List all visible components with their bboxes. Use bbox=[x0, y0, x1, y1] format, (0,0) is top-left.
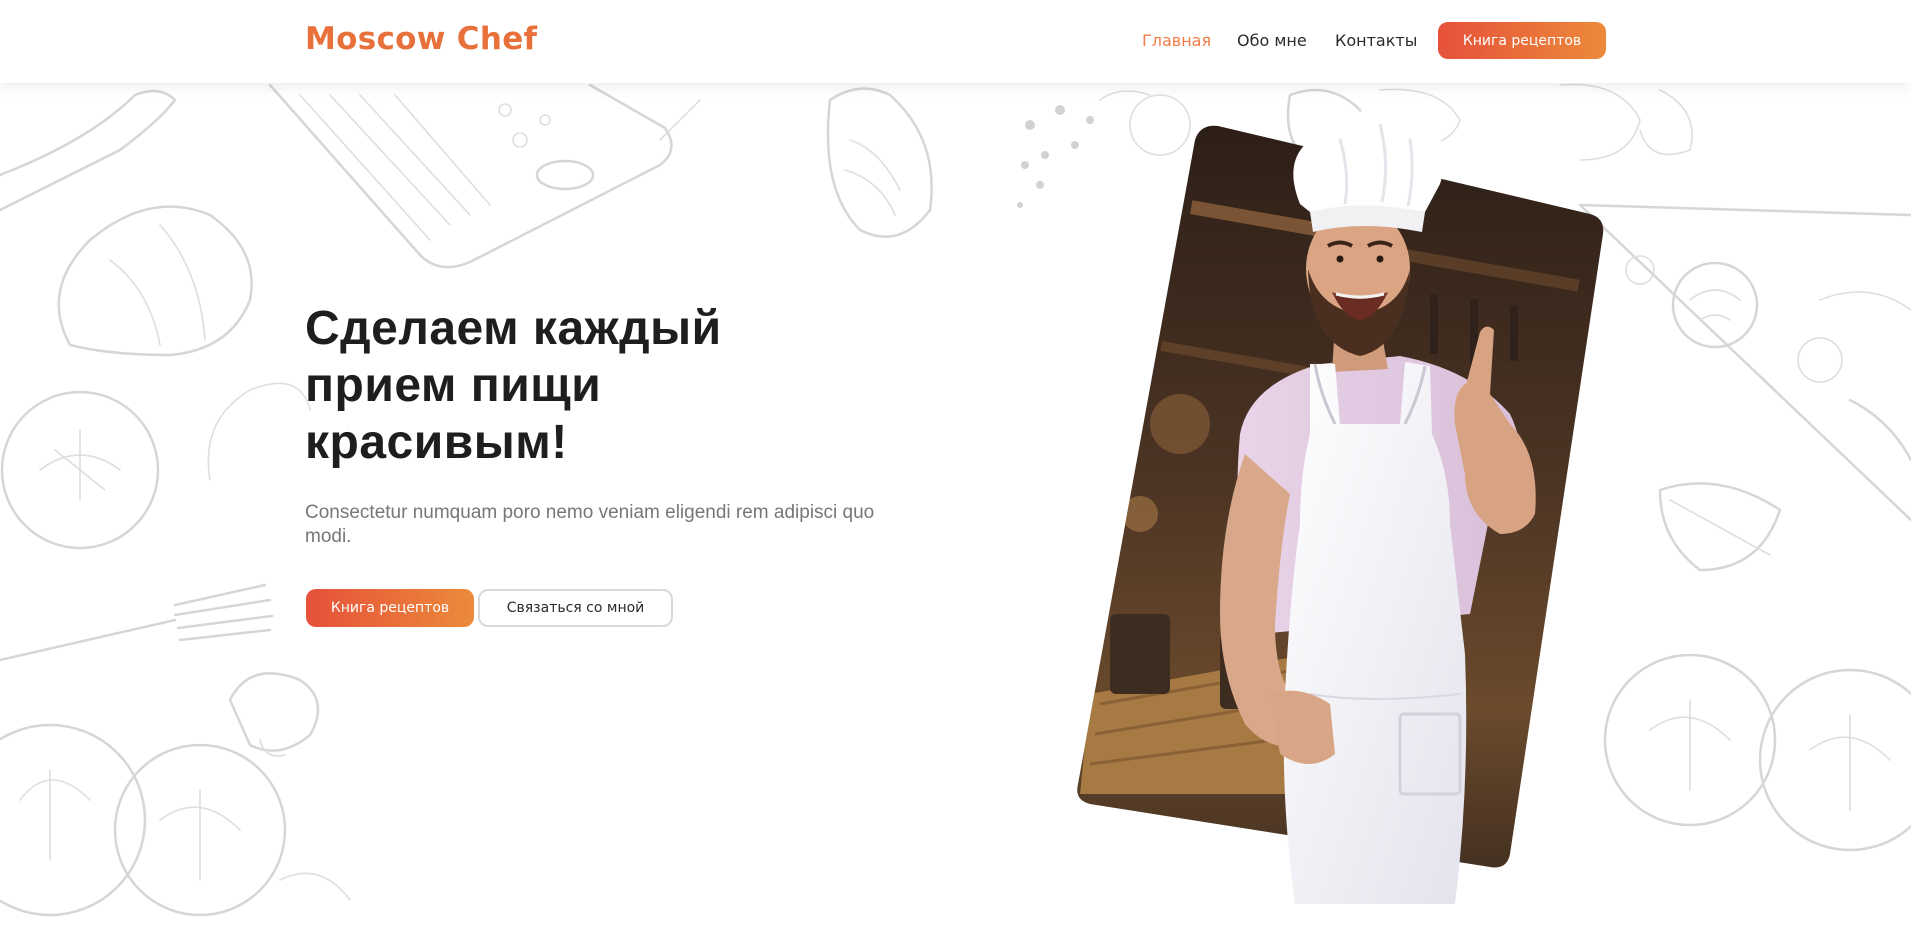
header-recipe-book-button[interactable]: Книга рецептов bbox=[1438, 22, 1606, 59]
nav-link-contacts[interactable]: Контакты bbox=[1335, 31, 1417, 50]
site-header: Moscow Chef Главная Обо мне Контакты Кни… bbox=[0, 0, 1911, 83]
chef-photo bbox=[1077, 109, 1604, 904]
recipe-book-button[interactable]: Книга рецептов bbox=[306, 589, 474, 627]
landing-page: Moscow Chef Главная Обо мне Контакты Кни… bbox=[0, 0, 1911, 934]
nav-link-home[interactable]: Главная bbox=[1142, 31, 1211, 50]
main-nav: Главная Обо мне Контакты bbox=[0, 31, 1911, 55]
hero-subtitle: Consectetur numquam poro nemo veniam eli… bbox=[305, 502, 875, 547]
nav-link-about[interactable]: Обо мне bbox=[1237, 31, 1307, 50]
contact-me-button[interactable]: Связаться со мной bbox=[478, 589, 673, 627]
hero-title: Сделаем каждый прием пищи красивым! bbox=[305, 302, 722, 469]
